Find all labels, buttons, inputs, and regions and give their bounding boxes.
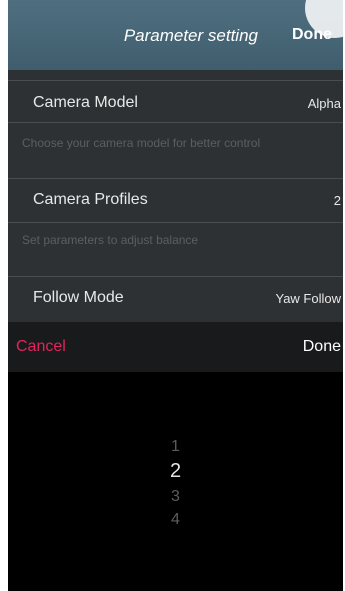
picker-toolbar: Cancel Done: [8, 322, 343, 372]
page-title: Parameter setting: [123, 26, 258, 45]
divider: [8, 222, 343, 223]
app-frame: Parameter setting Done Camera Model Alph…: [0, 0, 345, 591]
divider: [8, 276, 343, 277]
setting-value: 2: [333, 193, 341, 208]
picker-option[interactable]: 3: [8, 488, 343, 506]
setting-label: Camera Profiles: [33, 191, 148, 208]
nav-bar: Parameter setting Done: [8, 0, 343, 70]
setting-description: Choose your camera model for better cont…: [22, 136, 261, 150]
cancel-button[interactable]: Cancel: [16, 338, 66, 356]
setting-label: Camera Model: [33, 94, 138, 111]
picker-option[interactable]: 4: [8, 511, 343, 529]
number-picker[interactable]: 1 2 3 4: [8, 372, 343, 591]
settings-list: Camera Model Alpha Choose your camera mo…: [8, 70, 343, 322]
picker-option[interactable]: 1: [8, 438, 343, 456]
setting-label: Follow Mode: [33, 289, 124, 306]
phone-screen: Parameter setting Done Camera Model Alph…: [8, 0, 343, 591]
setting-value: Alpha: [307, 96, 341, 111]
divider: [8, 80, 343, 81]
picker-option-selected[interactable]: 2: [8, 460, 343, 483]
divider: [8, 122, 343, 123]
nav-done-button[interactable]: Done: [292, 26, 332, 44]
setting-description: Set parameters to adjust balance: [22, 233, 199, 247]
setting-value: Yaw Follow: [275, 291, 341, 306]
divider: [8, 178, 343, 179]
picker-done-button[interactable]: Done: [303, 338, 341, 356]
